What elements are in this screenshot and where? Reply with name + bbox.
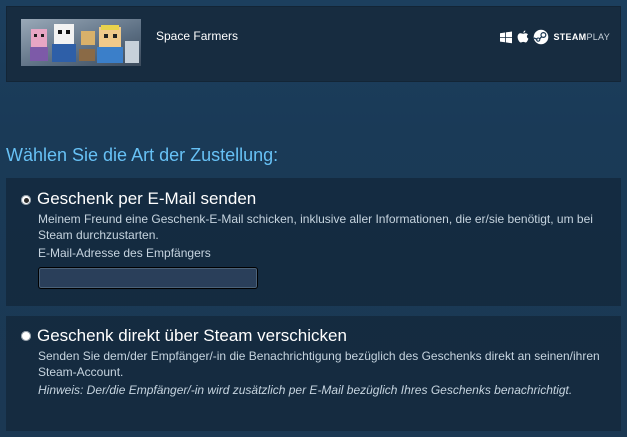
gift-option-steam[interactable]: Geschenk direkt über Steam verschicken S… — [6, 316, 621, 431]
apple-icon — [517, 30, 529, 44]
steam-option-note: Hinweis: Der/die Empfänger/-in wird zusä… — [38, 383, 573, 397]
steam-option-description: Senden Sie dem/der Empfänger/-in die Ben… — [38, 349, 600, 379]
product-title[interactable]: Space Farmers — [156, 29, 238, 43]
platform-icons: STEAMPLAY — [499, 29, 610, 45]
steamplay-bold: STEAM — [553, 32, 587, 42]
recipient-email-label: E-Mail-Adresse des Empfängers — [38, 246, 211, 260]
email-radio-button[interactable] — [21, 195, 31, 205]
game-capsule-image[interactable] — [21, 19, 141, 66]
gift-option-email[interactable]: Geschenk per E-Mail senden Meinem Freund… — [6, 178, 621, 306]
steamplay-light: PLAY — [586, 32, 610, 42]
steam-icon — [533, 29, 549, 45]
steam-radio-button[interactable] — [21, 331, 31, 341]
email-option-title[interactable]: Geschenk per E-Mail senden — [37, 189, 256, 209]
email-option-description: Meinem Freund eine Geschenk-E-Mail schic… — [38, 212, 593, 242]
delivery-heading: Wählen Sie die Art der Zustellung: — [6, 145, 279, 165]
steam-option-title[interactable]: Geschenk direkt über Steam verschicken — [37, 326, 347, 346]
windows-icon — [499, 31, 513, 44]
steamplay-logo: STEAMPLAY — [553, 32, 610, 42]
recipient-email-input[interactable] — [38, 267, 258, 289]
product-header: Space Farmers STEAMPLAY — [6, 6, 621, 82]
